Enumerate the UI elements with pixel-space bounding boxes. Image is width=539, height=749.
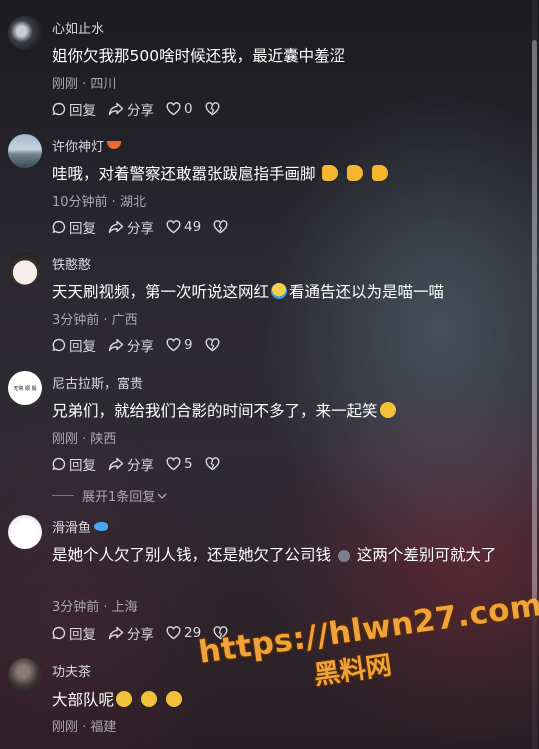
share-label: 分享 xyxy=(127,627,154,643)
avatar[interactable] xyxy=(8,134,42,168)
comment-author[interactable]: 滑滑鱼 xyxy=(52,517,109,536)
heart-icon xyxy=(166,338,181,352)
avatar[interactable] xyxy=(8,252,42,286)
fish-icon xyxy=(94,522,109,531)
reply-button[interactable]: 回复 xyxy=(52,335,96,355)
like-count: 0 xyxy=(184,101,193,117)
like-count: 5 xyxy=(184,456,193,472)
share-button[interactable]: 分享 xyxy=(108,454,154,474)
share-button[interactable]: 分享 xyxy=(108,335,154,355)
comment-author[interactable]: 心如止水 xyxy=(52,18,104,37)
dislike-button[interactable] xyxy=(213,220,228,234)
avatar[interactable]: 无常 顺 毁 xyxy=(8,371,42,405)
comment-actions: 回复 分享 9 xyxy=(52,335,220,355)
comment-bubble-icon xyxy=(52,220,66,234)
thumbs-up-emoji xyxy=(372,165,389,181)
thumbs-up-emoji xyxy=(347,165,364,181)
reply-button[interactable]: 回复 xyxy=(52,454,96,474)
share-arrow-icon xyxy=(108,457,124,471)
share-arrow-icon xyxy=(108,626,124,640)
comment-bubble-icon xyxy=(52,338,66,352)
gray-emoji xyxy=(337,550,350,562)
comment-author[interactable]: 许你神灯 xyxy=(52,136,122,155)
comment-meta: 刚刚 · 福建 xyxy=(52,720,117,735)
avatar[interactable] xyxy=(8,515,42,549)
thumbs-up-emoji xyxy=(322,165,339,181)
comment-meta: 刚刚 · 四川 xyxy=(52,77,117,92)
share-arrow-icon xyxy=(108,338,124,352)
comment-actions: 回复 分享 0 xyxy=(52,99,220,119)
broken-heart-icon xyxy=(213,220,228,234)
share-label: 分享 xyxy=(127,458,154,474)
heart-icon xyxy=(166,220,181,234)
comment-meta: 刚刚 · 陕西 xyxy=(52,432,117,447)
grinning-emoji xyxy=(165,691,182,707)
share-button[interactable]: 分享 xyxy=(108,99,154,119)
top-cutoff-header xyxy=(0,0,539,6)
reply-label: 回复 xyxy=(69,339,96,355)
expand-replies-button[interactable]: 展开1条回复 xyxy=(52,486,167,505)
share-label: 分享 xyxy=(127,103,154,119)
like-button[interactable]: 5 xyxy=(166,456,193,472)
expand-replies-label: 展开1条回复 xyxy=(82,490,156,505)
comment-text: 姐你欠我那500啥时候还我，最近囊中羞涩 xyxy=(52,47,346,65)
dislike-button[interactable] xyxy=(205,338,220,352)
dislike-button[interactable] xyxy=(205,457,220,471)
comment-text: 兄弟们，就给我们合影的时间不多了，来一起笑 xyxy=(52,399,522,423)
reply-button[interactable]: 回复 xyxy=(52,99,96,119)
like-button[interactable]: 49 xyxy=(166,219,201,235)
divider-line xyxy=(52,495,74,496)
share-button[interactable]: 分享 xyxy=(108,623,154,643)
comment-bubble-icon xyxy=(52,102,66,116)
dislike-button[interactable] xyxy=(205,102,220,116)
comment-text: 是她个人欠了别人钱，还是她欠了公司钱 这两个差别可就大了 xyxy=(52,546,497,564)
comment-meta: 3分钟前 · 上海 xyxy=(52,600,138,615)
laughing-crying-emoji xyxy=(271,283,288,299)
heart-icon xyxy=(166,457,181,471)
share-label: 分享 xyxy=(127,339,154,355)
like-button[interactable]: 0 xyxy=(166,101,193,117)
like-count: 49 xyxy=(184,219,202,235)
comment-meta: 3分钟前 · 广西 xyxy=(52,313,138,328)
reply-label: 回复 xyxy=(69,627,96,643)
comment-text: 天天刷视频，第一次听说这网红 看通告还以为是喵一喵 xyxy=(52,283,445,301)
comment-meta: 10分钟前 · 湖北 xyxy=(52,195,146,210)
reply-label: 回复 xyxy=(69,221,96,237)
like-button[interactable]: 9 xyxy=(166,337,193,353)
broken-heart-icon xyxy=(205,338,219,352)
magic-lamp-icon xyxy=(107,141,122,149)
share-arrow-icon xyxy=(108,220,124,234)
comment-author[interactable]: 铁憨憨 xyxy=(52,254,91,273)
grinning-emoji xyxy=(140,691,157,707)
heart-icon xyxy=(166,102,181,116)
grinning-emoji xyxy=(379,402,396,418)
chevron-down-icon xyxy=(157,493,167,499)
reply-button[interactable]: 回复 xyxy=(52,217,96,237)
comment-author[interactable]: 功夫茶 xyxy=(52,661,91,680)
reply-button[interactable]: 回复 xyxy=(52,623,96,643)
comment-actions: 回复 分享 49 xyxy=(52,217,228,237)
heart-icon xyxy=(166,626,181,640)
broken-heart-icon xyxy=(205,102,219,116)
like-count: 9 xyxy=(184,337,193,353)
comment-bubble-icon xyxy=(52,626,66,640)
share-button[interactable]: 分享 xyxy=(108,217,154,237)
broken-heart-icon xyxy=(205,457,219,471)
avatar[interactable] xyxy=(8,658,42,692)
comment-actions: 回复 分享 5 xyxy=(52,454,220,474)
comment-bubble-icon xyxy=(52,457,66,471)
reply-label: 回复 xyxy=(69,458,96,474)
comment-text: 哇哦，对着警察还敢嚣张跋扈指手画脚 xyxy=(52,162,522,186)
scrollbar-thumb[interactable] xyxy=(532,40,537,600)
share-label: 分享 xyxy=(127,221,154,237)
share-arrow-icon xyxy=(108,102,124,116)
reply-label: 回复 xyxy=(69,103,96,119)
grinning-emoji xyxy=(116,691,133,707)
comment-author[interactable]: 尼古拉斯，富贵 xyxy=(52,373,143,392)
avatar[interactable] xyxy=(8,16,42,50)
scrollbar[interactable] xyxy=(532,0,537,749)
avatar-badge-text: 无常 顺 毁 xyxy=(13,385,37,392)
